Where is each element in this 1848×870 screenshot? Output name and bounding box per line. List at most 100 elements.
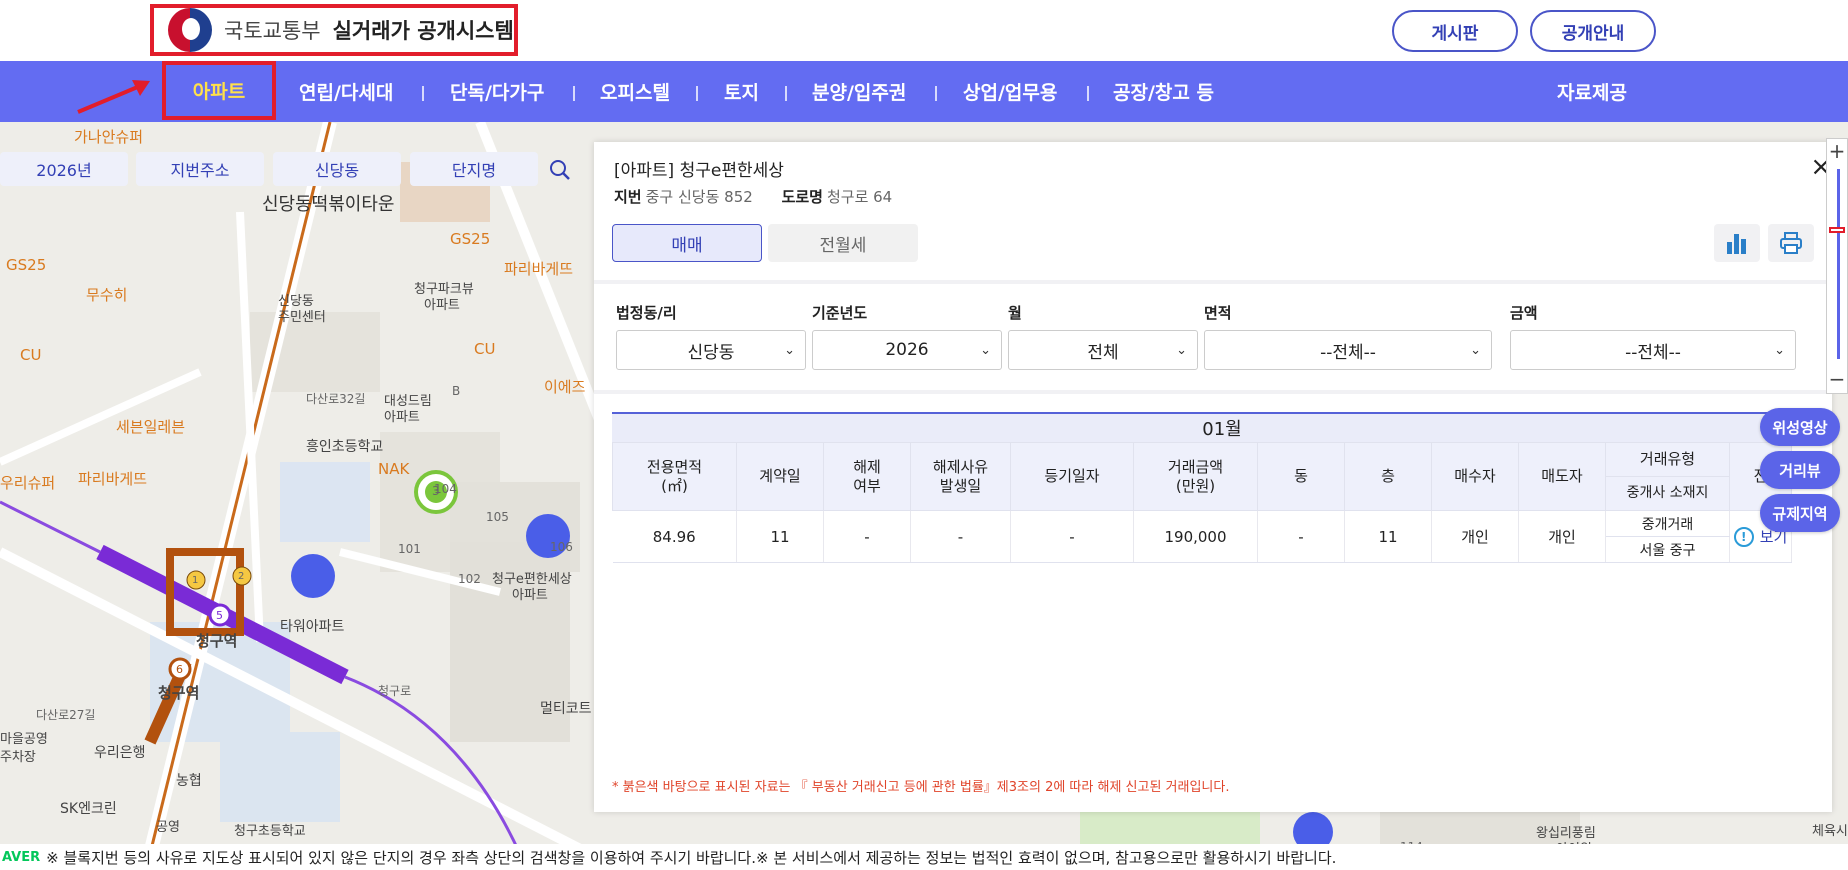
map-label: 마을공영 (0, 732, 48, 747)
map-label: 우리슈퍼 (0, 474, 56, 492)
zoom-in-button[interactable]: + (1827, 139, 1847, 163)
tab-rent[interactable]: 전월세 (768, 224, 918, 262)
col-header-area: 전용면적 (㎡) (612, 442, 737, 511)
search-year-select[interactable]: 2026년 (0, 152, 128, 186)
nav-item-detached[interactable]: 단독/다가구 (450, 61, 544, 122)
chart-button[interactable] (1714, 224, 1760, 262)
nav-item-officetel[interactable]: 오피스텔 (600, 61, 670, 122)
price-select-value: --전체-- (1625, 342, 1681, 363)
map-label: CU (474, 340, 496, 358)
map-label: 6 (176, 663, 183, 676)
divider (594, 390, 1832, 394)
road-label: 도로명 (781, 188, 823, 206)
map-label: 5 (216, 609, 223, 622)
year-select[interactable]: 2026 ⌄ (812, 330, 1002, 370)
chevron-down-icon: ⌄ (1774, 343, 1785, 358)
search-address-type-select[interactable]: 지번주소 (136, 152, 264, 186)
search-icon[interactable] (548, 158, 572, 182)
print-button[interactable] (1768, 224, 1814, 262)
zoom-control: + − (1826, 138, 1848, 394)
map-label: 1 (192, 575, 199, 586)
zoom-out-button[interactable]: − (1827, 367, 1847, 391)
year-select-value: 2026 (885, 340, 929, 360)
search-complex-input[interactable]: 단지명 (410, 152, 538, 186)
cell-cancel-date: - (910, 510, 1011, 563)
map-label: 세븐일레븐 (116, 418, 186, 436)
map-label: 주차장 (0, 750, 36, 765)
map-search-bar: 2026년 지번주소 신당동 단지명 (0, 152, 590, 186)
nav-item-presale[interactable]: 분양/입주권 (812, 61, 906, 122)
satellite-view-button[interactable]: 위성영상 (1760, 408, 1840, 446)
print-icon (1780, 232, 1802, 254)
tab-sale[interactable]: 매매 (612, 224, 762, 262)
site-title: 실거래가 공개시스템 (332, 19, 514, 43)
notice-guide-button[interactable]: 공개안내 (1530, 10, 1656, 52)
jibun-label: 지번 (614, 188, 642, 206)
month-select-value: 전체 (1087, 342, 1119, 363)
col-header-text: 해제 (853, 457, 881, 476)
area-select-value: --전체-- (1320, 342, 1376, 363)
col-header-broker-location: 중개사 소재지 (1605, 476, 1730, 511)
map-label: CU (20, 346, 42, 364)
nav-separator (696, 86, 698, 101)
col-header-buyer: 매수자 (1431, 442, 1519, 511)
street-view-button[interactable]: 거리뷰 (1760, 451, 1840, 489)
col-header-cancel: 해제 여부 (823, 442, 911, 511)
nav-item-data-service[interactable]: 자료제공 (1557, 61, 1627, 122)
zoom-handle[interactable] (1829, 227, 1845, 233)
bottom-notice-text: ※ 블록지번 등의 사유로 지도상 표시되어 있지 않은 단지의 경우 좌측 상… (46, 848, 1337, 867)
price-select[interactable]: --전체-- ⌄ (1510, 330, 1796, 370)
regulation-zone-button[interactable]: 규제지역 (1760, 494, 1840, 532)
bar-chart-icon (1727, 234, 1746, 254)
cell-cancel: - (823, 510, 911, 563)
month-header: 01월 (612, 412, 1832, 442)
map-label: 청구역 (158, 684, 200, 702)
filter-label-area: 면적 (1204, 304, 1232, 322)
cell-floor: 11 (1344, 510, 1432, 563)
table-row: 84.96 11 - - - 190,000 - 11 개인 개인 중개거래 !… (612, 510, 1792, 563)
map-label: 파리바게뜨 (78, 470, 148, 488)
jibun-value: 중구 신당동 852 (645, 188, 753, 206)
month-select[interactable]: 전체 ⌄ (1008, 330, 1198, 370)
search-dong-select[interactable]: 신당동 (273, 152, 401, 186)
chevron-down-icon: ⌄ (1470, 343, 1481, 358)
cell-deal-type: 중개거래 (1605, 510, 1730, 537)
government-emblem-icon (168, 8, 212, 52)
chevron-down-icon: ⌄ (1176, 343, 1187, 358)
col-header-text: 전용면적 (646, 457, 703, 476)
nav-separator (785, 86, 787, 101)
nav-item-commercial[interactable]: 상업/업무용 (963, 61, 1057, 122)
cell-buyer: 개인 (1431, 510, 1519, 563)
cell-dong: - (1257, 510, 1345, 563)
naver-logo: AVER (2, 849, 41, 865)
map-label: 102 (458, 572, 481, 586)
header: 국토교통부 실거래가 공개시스템 게시판 공개안내 (0, 0, 1848, 61)
zoom-track[interactable] (1837, 169, 1840, 359)
col-header-text: 거래금액 (1167, 457, 1224, 476)
nav-separator (422, 86, 424, 101)
nav-item-apartment[interactable]: 아파트 (162, 61, 276, 120)
map-label: 무수히 (86, 286, 128, 304)
map-label: 청구로 (378, 684, 412, 698)
nav-item-rowhouse[interactable]: 연립/다세대 (299, 61, 393, 122)
board-button[interactable]: 게시판 (1392, 10, 1518, 52)
map-label: 신당동떡볶이타운 (262, 194, 395, 215)
map-label: 2 (238, 571, 245, 582)
map-label: 신당동 주민센터 (278, 294, 326, 325)
map-label: 멀티코트 (540, 701, 592, 717)
col-header-floor: 층 (1344, 442, 1432, 511)
nav-separator (573, 86, 575, 101)
area-select[interactable]: --전체-- ⌄ (1204, 330, 1492, 370)
cell-area: 84.96 (612, 510, 737, 563)
site-logo[interactable]: 국토교통부 실거래가 공개시스템 (150, 4, 518, 56)
dong-select[interactable]: 신당동 ⌄ (616, 330, 806, 370)
nav-item-factory[interactable]: 공장/창고 등 (1113, 61, 1214, 122)
map-label: 타워아파트 (280, 619, 345, 635)
map-label: 청구e편한세상 아파트 (492, 572, 572, 603)
map-label: 공영 (156, 820, 180, 835)
filter-label-dong: 법정동/리 (616, 304, 677, 322)
nav-item-land[interactable]: 토지 (724, 61, 759, 122)
cell-reg-date: - (1010, 510, 1134, 563)
map-label: 농협 (176, 773, 202, 789)
main-nav: 연립/다세대 단독/다가구 오피스텔 토지 분양/입주권 상업/업무용 공장/창… (0, 61, 1848, 122)
